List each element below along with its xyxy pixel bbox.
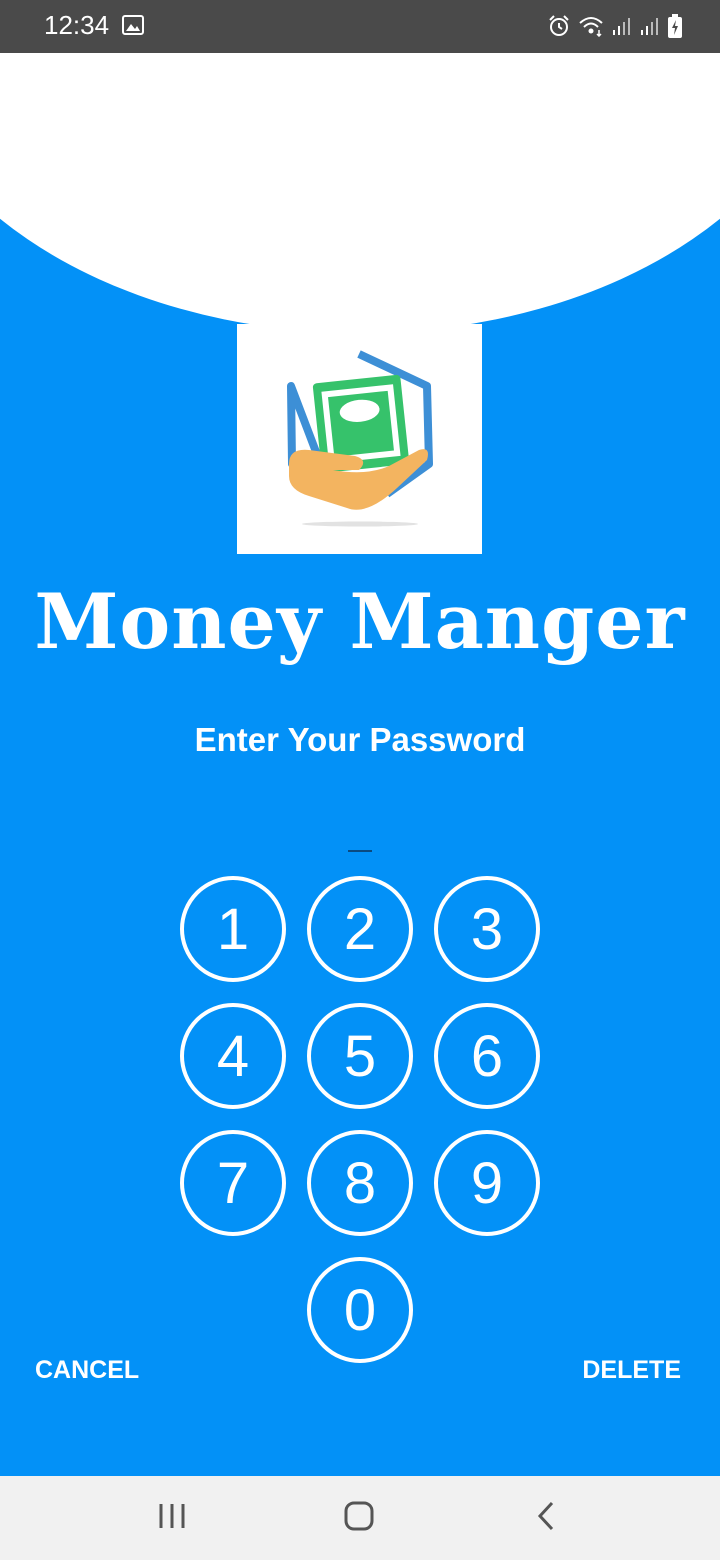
key-0[interactable]: 0 [307,1257,413,1363]
image-icon [122,15,144,39]
key-4[interactable]: 4 [180,1003,286,1109]
app-logo [237,324,482,554]
signal-icon [640,16,660,40]
recent-apps-icon[interactable] [158,1500,186,1536]
status-time: 12:34 [44,10,110,40]
wifi-icon [578,15,604,41]
home-icon[interactable] [343,1500,375,1536]
password-prompt: Enter Your Password [194,721,526,758]
navigation-bar [0,1476,720,1560]
signal-icon [612,16,632,40]
alarm-icon [548,15,570,41]
lock-screen: Money Manger Enter Your Password 1 2 3 4… [0,53,720,1476]
key-7[interactable]: 7 [180,1130,286,1236]
app-title: Money Manger [34,577,686,666]
key-1[interactable]: 1 [180,876,286,982]
key-9[interactable]: 9 [434,1130,540,1236]
key-2[interactable]: 2 [307,876,413,982]
delete-button[interactable]: DELETE [582,1356,681,1385]
key-5[interactable]: 5 [307,1003,413,1109]
key-3[interactable]: 3 [434,876,540,982]
status-icons [548,14,682,42]
back-icon[interactable] [534,1500,558,1536]
battery-charging-icon [668,14,682,42]
status-bar: 12:34 [0,0,720,53]
cancel-button[interactable]: CANCEL [35,1356,139,1385]
key-6[interactable]: 6 [434,1003,540,1109]
header-curve [0,53,720,333]
pin-indicator [348,850,372,852]
key-8[interactable]: 8 [307,1130,413,1236]
